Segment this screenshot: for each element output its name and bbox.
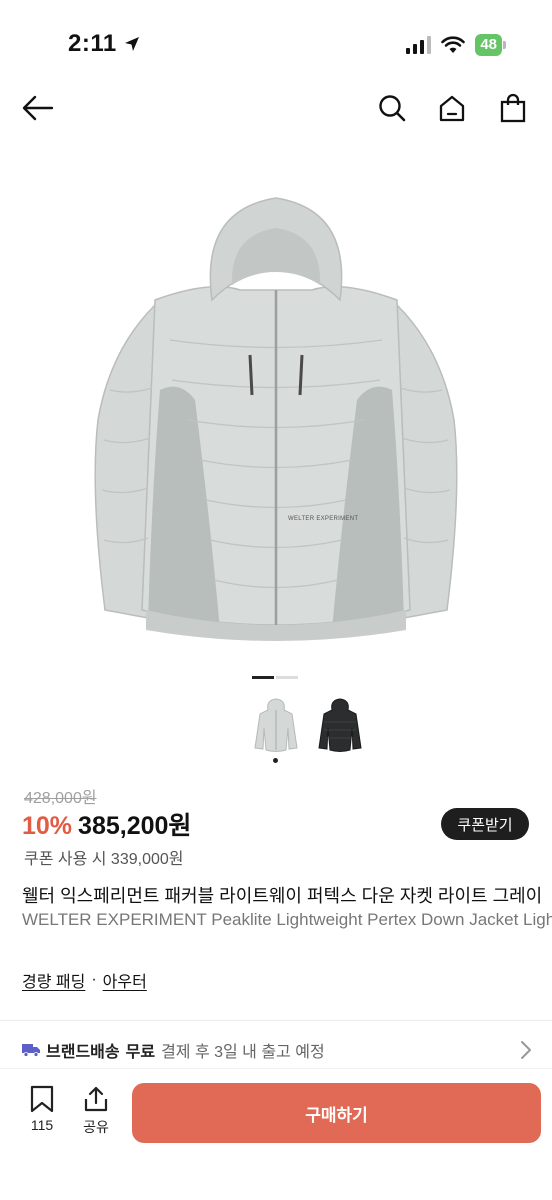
get-coupon-button[interactable]: 쿠폰받기	[441, 808, 529, 840]
buy-button[interactable]: 구매하기	[132, 1083, 541, 1143]
back-arrow-icon	[22, 95, 54, 121]
brand-shipping-label: 브랜드배송	[46, 1044, 120, 1061]
cart-button[interactable]	[489, 80, 537, 136]
category-link-outer[interactable]: 아우터	[103, 968, 147, 992]
wifi-icon	[441, 36, 466, 53]
status-time-text: 2:11	[68, 30, 117, 57]
jacket-thumb-grey	[254, 698, 298, 752]
shipping-eta: 결제 후 3일 내 출고 예정	[161, 1044, 325, 1061]
product-image[interactable]: WELTER EXPERIMENT	[60, 190, 492, 650]
share-button[interactable]: 공유	[76, 1085, 116, 1137]
home-button[interactable]	[428, 80, 476, 136]
status-indicators: 48	[405, 34, 506, 56]
like-count: 115	[30, 1117, 54, 1133]
pager-dot-active	[252, 676, 274, 679]
product-title-en: WELTER EXPERIMENT Peaklite Lightweight P…	[22, 910, 552, 929]
top-nav	[0, 80, 552, 136]
free-shipping-label: 무료	[125, 1044, 156, 1061]
thumbnail-light-grey[interactable]	[252, 698, 300, 754]
search-icon	[379, 95, 406, 122]
original-price: 428,000원	[24, 790, 97, 807]
section-divider	[0, 1020, 552, 1021]
status-bar: 2:11 48	[0, 0, 552, 90]
category-link-lightweight-padding[interactable]: 경량 패딩	[22, 968, 85, 992]
back-button[interactable]	[14, 80, 62, 136]
shipping-info-row[interactable]: 브랜드배송 무료 결제 후 3일 내 출고 예정	[22, 1038, 532, 1062]
signal-icon	[406, 36, 432, 54]
category-separator: ·	[91, 971, 97, 988]
bottom-action-bar: 115 공유 구매하기	[0, 1068, 552, 1200]
thumbnail-black[interactable]	[316, 698, 364, 754]
jacket-image	[94, 197, 458, 641]
category-breadcrumb: 경량 패딩 · 아우터	[22, 968, 147, 992]
share-icon	[84, 1086, 108, 1112]
share-label: 공유	[83, 1119, 109, 1135]
jacket-print: WELTER EXPERIMENT	[288, 516, 359, 522]
coupon-price: 쿠폰 사용 시 339,000원	[24, 851, 184, 868]
jacket-thumb-black	[318, 698, 362, 752]
location-arrow-icon	[124, 37, 139, 51]
battery-indicator: 48	[475, 34, 506, 56]
sale-price: 385,200원	[78, 812, 192, 840]
search-button[interactable]	[368, 80, 416, 136]
home-icon	[439, 95, 465, 122]
like-button[interactable]: 115	[22, 1085, 62, 1137]
status-time: 2:11	[68, 30, 141, 58]
truck-icon	[22, 1044, 40, 1057]
product-title-ko: 웰터 익스페리먼트 패커블 라이트웨이 퍼텍스 다운 자켓 라이트 그레이	[22, 886, 543, 906]
pager-dot	[276, 676, 298, 679]
thumbnail-selected-dot	[273, 758, 278, 763]
image-pager	[252, 676, 298, 679]
chevron-right-icon	[521, 1041, 531, 1059]
price-row: 10% 385,200원	[22, 806, 191, 842]
discount-rate: 10%	[22, 812, 73, 840]
bookmark-icon	[30, 1085, 54, 1113]
shopping-bag-icon	[500, 93, 526, 123]
color-thumbnails	[252, 698, 364, 754]
